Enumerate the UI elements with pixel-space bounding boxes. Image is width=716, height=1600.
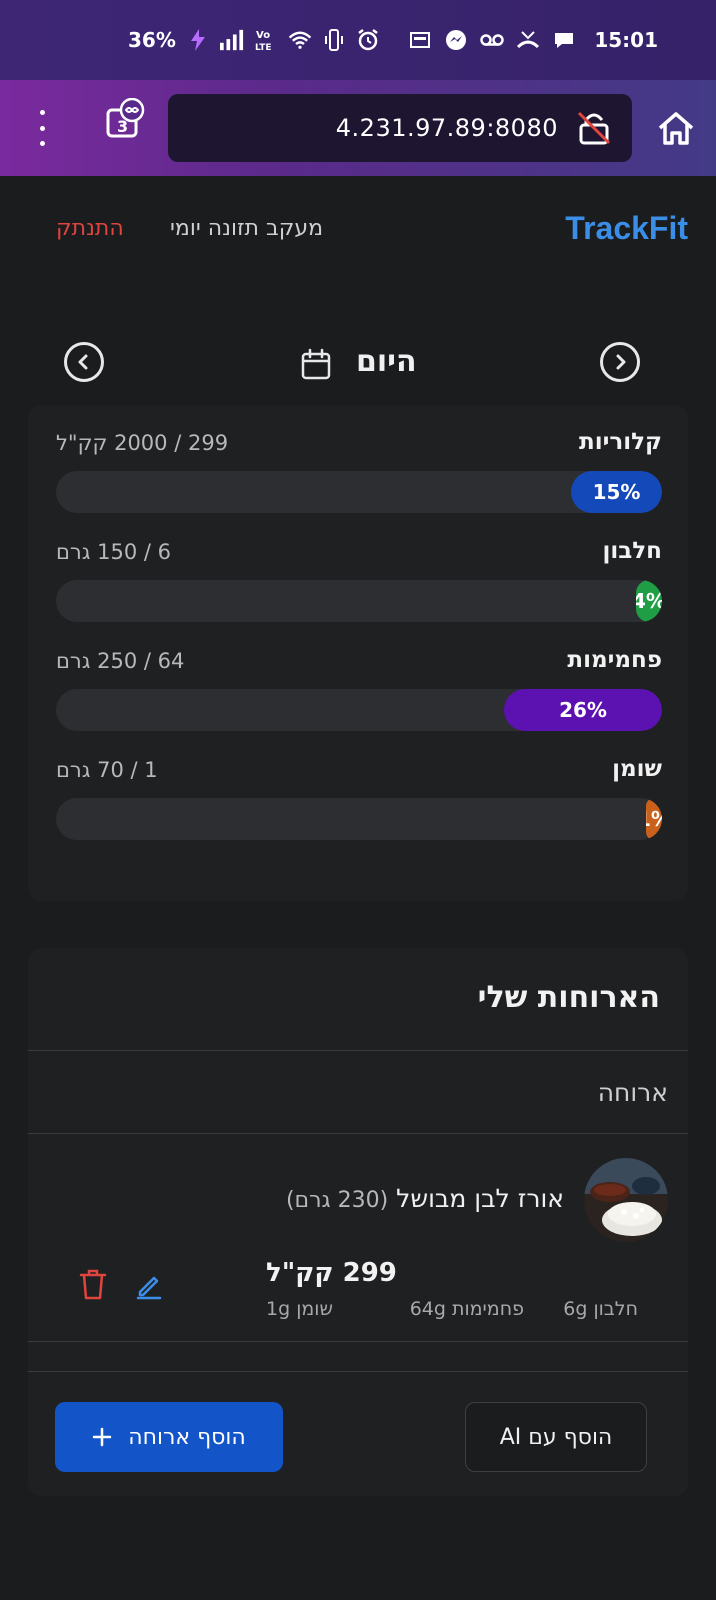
macro-carbs: פחמימות 64g [409, 1298, 524, 1320]
progress-track: 4% [56, 580, 662, 622]
food-image [584, 1158, 668, 1242]
progress-fill: 1% [646, 798, 662, 840]
meal-type-label: ארוחה [597, 1078, 668, 1107]
metric-label: קלוריות [579, 429, 662, 455]
add-meal-button[interactable]: הוסף ארוחה [55, 1402, 283, 1472]
browser-toolbar: 3 4.231.97.89:8080 [0, 80, 716, 176]
progress-percent: 15% [592, 480, 641, 504]
metric-value: 299 / 2000 קק"ל [56, 431, 229, 455]
food-name: אורז לבן מבושל (230 גרם) [286, 1184, 564, 1213]
metric-protein: חלבון 6 / 150 גרם 4% [56, 538, 662, 638]
svg-text:Vo: Vo [256, 30, 270, 41]
status-bar: 36% Vo LTE 15:01 [0, 0, 716, 80]
metric-calories: קלוריות 299 / 2000 קק"ל 15% [56, 429, 662, 529]
battery-percent: 36% [128, 28, 176, 52]
url-text[interactable]: 4.231.97.89:8080 [336, 114, 558, 142]
progress-fill: 26% [504, 689, 662, 731]
vibrate-icon [322, 28, 346, 52]
metric-carbs: פחמימות 64 / 250 גרם 26% [56, 647, 662, 747]
plus-icon [92, 1427, 112, 1447]
tab-count: 3 [117, 117, 129, 136]
chevron-right-icon [616, 354, 626, 370]
metric-value: 6 / 150 גרם [56, 540, 172, 564]
calendar-icon[interactable] [300, 348, 332, 380]
missed-call-icon [516, 28, 540, 52]
logout-link[interactable]: התנתק [56, 216, 124, 241]
next-day-button[interactable] [600, 342, 640, 382]
progress-fill: 4% [636, 580, 662, 622]
progress-track: 1% [56, 798, 662, 840]
food-calories: 299 קק"ל [266, 1258, 397, 1288]
metric-label: פחמימות [567, 647, 662, 673]
home-icon [658, 112, 694, 145]
status-right: 15:01 [408, 28, 658, 52]
volte-icon: Vo LTE [254, 28, 278, 52]
macro-fat: שומן 1g [266, 1298, 333, 1320]
home-button[interactable] [656, 108, 696, 148]
app-header: TrackFit מעקב תזונה יומי התנתק [0, 176, 716, 286]
add-with-ai-button[interactable]: הוסף עם AI [465, 1402, 647, 1472]
food-name-text: אורז לבן מבושל [396, 1184, 564, 1213]
progress-track: 26% [56, 689, 662, 731]
insecure-lock-icon[interactable] [576, 110, 612, 146]
divider [28, 1133, 688, 1134]
alarm-icon [356, 28, 380, 52]
voicemail-icon [480, 28, 505, 52]
trash-icon[interactable] [78, 1268, 108, 1300]
chevron-left-icon [78, 354, 88, 370]
wifi-icon [288, 28, 312, 52]
menu-dot [39, 141, 45, 146]
metric-value: 64 / 250 גרם [56, 649, 185, 673]
date-navigation: היום [0, 336, 716, 396]
progress-percent: 26% [559, 698, 607, 722]
my-meals-card: הארוחות שלי ארוחה אורז לבן מבושל (230 גר… [28, 948, 688, 1496]
menu-dot [39, 125, 45, 131]
progress-percent: 4% [636, 589, 662, 613]
brand-logo[interactable]: TrackFit [565, 210, 688, 247]
messenger-icon [444, 28, 468, 52]
prev-day-button[interactable] [64, 342, 104, 382]
charging-icon [186, 28, 210, 52]
date-label: היום [356, 344, 417, 379]
svg-text:LTE: LTE [255, 43, 272, 52]
divider [28, 1341, 688, 1342]
metric-label: שומן [612, 756, 662, 782]
menu-dot [39, 110, 45, 115]
status-left: 36% Vo LTE [128, 28, 380, 52]
signal-icon [219, 28, 244, 52]
add-with-ai-label: הוסף עם AI [499, 1424, 613, 1450]
macro-protein: חלבון 6g [563, 1298, 638, 1320]
progress-track: 15% [56, 471, 662, 513]
meals-title: הארוחות שלי [477, 980, 660, 1015]
daily-summary-card: קלוריות 299 / 2000 קק"ל 15% חלבון 6 / 15… [28, 405, 688, 901]
nav-daily-tracking[interactable]: מעקב תזונה יומי [170, 216, 323, 241]
progress-fill: 15% [571, 471, 662, 513]
news-icon [408, 28, 432, 52]
metric-value: 1 / 70 גרם [56, 758, 158, 782]
progress-percent: 1% [646, 807, 662, 831]
browser-menu-button[interactable] [32, 110, 52, 146]
tabs-button[interactable]: 3 [104, 97, 148, 142]
metric-fat: שומן 1 / 70 גרם 1% [56, 756, 662, 856]
metric-label: חלבון [602, 538, 662, 564]
food-weight: (230 גרם) [285, 1188, 389, 1213]
divider [28, 1371, 688, 1372]
add-meal-label: הוסף ארוחה [128, 1424, 246, 1450]
clock: 15:01 [594, 28, 658, 52]
chat-icon [552, 28, 576, 52]
url-bar[interactable]: 4.231.97.89:8080 [168, 94, 632, 162]
edit-icon[interactable] [134, 1270, 164, 1300]
macro-row: חלבון 6g פחמימות 64g שומן 1g [266, 1298, 654, 1326]
divider [28, 1050, 688, 1051]
